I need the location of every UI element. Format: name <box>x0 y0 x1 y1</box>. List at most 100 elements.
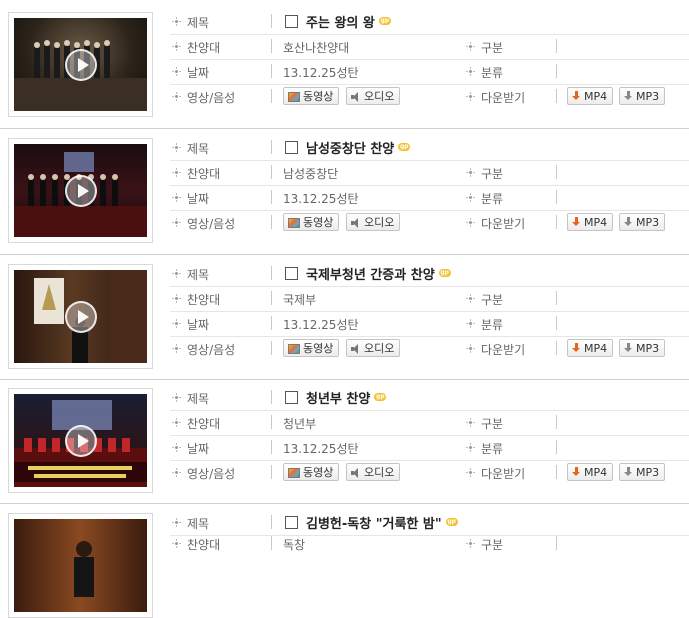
title-label: 제목 <box>187 268 210 282</box>
download-icon <box>572 467 581 478</box>
download-label: 다운받기 <box>481 217 526 231</box>
media-row: 영상/음성 동영상 오디오 다운받기 MP4 MP3 <box>170 461 689 486</box>
entry-title[interactable]: 국제부청년 간증과 찬양 <box>306 268 435 283</box>
title-link[interactable]: 청년부 찬양 gp <box>285 388 387 407</box>
media-label: 영상/음성 <box>187 467 236 481</box>
bullet-icon <box>172 168 181 177</box>
title-label: 제목 <box>187 16 210 30</box>
bullet-icon <box>466 319 475 328</box>
title-link[interactable]: 주는 왕의 왕 gp <box>285 12 391 31</box>
media-label: 영상/음성 <box>187 217 236 231</box>
choir-label: 찬양대 <box>187 167 221 181</box>
bullet-icon <box>466 42 475 51</box>
select-checkbox[interactable] <box>285 516 298 529</box>
mp4-download-button[interactable]: MP4 <box>567 339 614 357</box>
play-icon[interactable] <box>64 424 97 457</box>
bullet-icon <box>172 518 181 527</box>
entry-title[interactable]: 남성중창단 찬양 <box>306 142 394 157</box>
play-icon[interactable] <box>64 174 97 207</box>
video-thumbnail[interactable] <box>8 138 153 243</box>
play-icon[interactable] <box>64 48 97 81</box>
bullet-icon <box>172 539 181 548</box>
download-icon <box>624 217 633 228</box>
bullet-icon <box>172 67 181 76</box>
download-icon <box>572 91 581 102</box>
bullet-icon <box>172 269 181 278</box>
date-row: 날짜 13.12.25성탄 분류 <box>170 186 689 211</box>
video-icon <box>288 92 300 102</box>
date-value: 13.12.25성탄 <box>283 442 359 456</box>
video-button[interactable]: 동영상 <box>283 463 340 481</box>
entry-title[interactable]: 주는 왕의 왕 <box>306 16 375 31</box>
title-link[interactable]: 남성중창단 찬양 gp <box>285 138 411 157</box>
bullet-icon <box>466 418 475 427</box>
video-button[interactable]: 동영상 <box>283 87 340 105</box>
date-label: 날짜 <box>187 442 210 456</box>
bullet-icon <box>466 344 475 353</box>
media-label: 영상/음성 <box>187 91 236 105</box>
mp3-download-button[interactable]: MP3 <box>619 213 666 231</box>
title-row: 제목 국제부청년 간증과 찬양 gp <box>170 262 689 287</box>
select-checkbox[interactable] <box>285 391 298 404</box>
title-label: 제목 <box>187 142 210 156</box>
choir-row: 찬양대 호산나찬양대 구분 <box>170 35 689 60</box>
mp4-download-button[interactable]: MP4 <box>567 213 614 231</box>
play-icon[interactable] <box>64 300 97 333</box>
video-icon <box>288 468 300 478</box>
choir-row: 찬양대 독창 구분 <box>170 532 689 557</box>
speaker-icon <box>351 344 361 354</box>
select-checkbox[interactable] <box>285 141 298 154</box>
title-row: 제목 남성중창단 찬양 gp <box>170 136 689 161</box>
video-thumbnail[interactable] <box>8 513 153 618</box>
select-checkbox[interactable] <box>285 15 298 28</box>
mp4-download-button[interactable]: MP4 <box>567 87 614 105</box>
title-row: 제목 주는 왕의 왕 gp <box>170 10 689 35</box>
choir-value: 호산나찬양대 <box>283 41 350 55</box>
choir-label: 찬양대 <box>187 538 221 552</box>
bullet-icon <box>466 539 475 548</box>
video-thumbnail[interactable] <box>8 388 153 493</box>
entry-title[interactable]: 김병헌-독창 "거룩한 밤" <box>306 517 442 532</box>
bullet-icon <box>466 67 475 76</box>
video-button[interactable]: 동영상 <box>283 339 340 357</box>
audio-button[interactable]: 오디오 <box>346 339 401 357</box>
classification-label: 분류 <box>481 192 504 206</box>
speaker-icon <box>351 218 361 228</box>
video-thumbnail[interactable] <box>8 264 153 369</box>
bullet-icon <box>466 294 475 303</box>
mp3-download-button[interactable]: MP3 <box>619 87 666 105</box>
download-label: 다운받기 <box>481 343 526 357</box>
title-link[interactable]: 김병헌-독창 "거룩한 밤" gp <box>285 513 458 532</box>
title-link[interactable]: 국제부청년 간증과 찬양 gp <box>285 264 451 283</box>
date-label: 날짜 <box>187 66 210 80</box>
choir-row: 찬양대 청년부 구분 <box>170 411 689 436</box>
date-label: 날짜 <box>187 192 210 206</box>
title-row: 제목 청년부 찬양 gp <box>170 386 689 411</box>
solo-image <box>74 541 94 597</box>
bullet-icon <box>172 193 181 202</box>
choir-value: 청년부 <box>283 417 317 431</box>
classification-label: 분류 <box>481 66 504 80</box>
select-checkbox[interactable] <box>285 267 298 280</box>
video-button[interactable]: 동영상 <box>283 213 340 231</box>
bullet-icon <box>172 443 181 452</box>
download-icon <box>624 467 633 478</box>
bullet-icon <box>172 418 181 427</box>
choir-label: 찬양대 <box>187 417 221 431</box>
video-thumbnail[interactable] <box>8 12 153 117</box>
speaker-icon <box>351 92 361 102</box>
entry-title[interactable]: 청년부 찬양 <box>306 392 370 407</box>
mp3-download-button[interactable]: MP3 <box>619 339 666 357</box>
audio-button[interactable]: 오디오 <box>346 87 401 105</box>
mp4-download-button[interactable]: MP4 <box>567 463 614 481</box>
mp3-download-button[interactable]: MP3 <box>619 463 666 481</box>
audio-button[interactable]: 오디오 <box>346 213 401 231</box>
bullet-icon <box>172 17 181 26</box>
audio-button[interactable]: 오디오 <box>346 463 401 481</box>
media-row: 영상/음성 동영상 오디오 다운받기 MP4 MP3 <box>170 337 689 362</box>
download-icon <box>624 91 633 102</box>
badge-icon: gp <box>438 269 451 277</box>
date-value: 13.12.25성탄 <box>283 318 359 332</box>
download-icon <box>572 217 581 228</box>
bullet-icon <box>466 193 475 202</box>
